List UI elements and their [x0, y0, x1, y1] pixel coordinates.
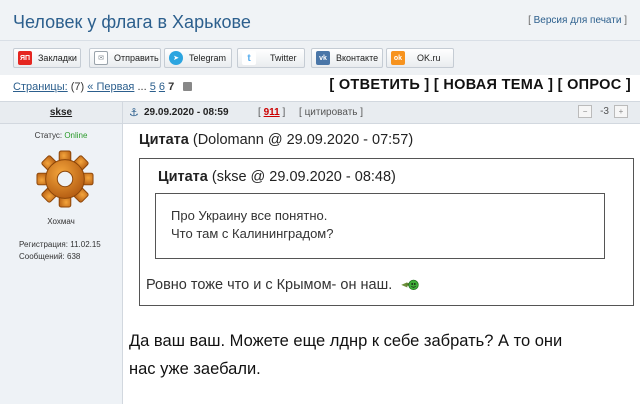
share-twitter-button[interactable]: t Twitter: [237, 48, 305, 68]
author-role: Хохмач: [47, 217, 75, 226]
post-rating: − -3 +: [578, 105, 628, 118]
new-poll-button[interactable]: ОПРОС: [567, 77, 621, 93]
share-button-label: Вконтакте: [336, 53, 379, 63]
author-status: Статус: Online: [0, 131, 122, 140]
pagination: Страницы: (7) « Первая ... 5 6 7: [13, 81, 193, 93]
share-button-label: Отправить: [114, 53, 159, 63]
share-bookmarks-button[interactable]: ЯП Закладки: [13, 48, 81, 68]
post-text: Да ваш ваш. Можете еще лднр к себе забра…: [129, 332, 563, 378]
quote-box: Цитата (skse @ 29.09.2020 - 08:48) Про У…: [139, 158, 634, 306]
topic-title: Человек у флага в Харькове: [13, 12, 251, 32]
nested-quote-line: Что там с Калининградом?: [171, 226, 334, 241]
new-topic-button[interactable]: НОВАЯ ТЕМА: [443, 77, 544, 93]
quote-meta: (Dolomann @ 29.09.2020 - 07:57): [192, 132, 414, 148]
share-button-label: Twitter: [270, 53, 297, 63]
author-registration: Регистрация: 11.02.15: [19, 240, 101, 249]
post-link-icon[interactable]: ⚓: [129, 106, 139, 119]
page-jump-icon[interactable]: [183, 82, 193, 91]
reply-button[interactable]: ОТВЕТИТЬ: [339, 77, 420, 93]
pagination-label[interactable]: Страницы:: [13, 81, 68, 93]
nested-quote-meta: (skse @ 29.09.2020 - 08:48): [211, 169, 396, 185]
share-vk-button[interactable]: vk Вконтакте: [311, 48, 383, 68]
twitter-icon: t: [242, 51, 256, 65]
share-button-label: OK.ru: [417, 53, 441, 63]
quote-post-button[interactable]: [ цитировать ]: [299, 107, 363, 118]
avatar[interactable]: [36, 150, 94, 208]
topic-header: Человек у флага в Харькове [ Версия для …: [0, 0, 640, 41]
envelope-icon: ✉: [94, 51, 108, 65]
topic-actions: [ ОТВЕТИТЬ ] [ НОВАЯ ТЕМА ] [ ОПРОС ]: [329, 77, 631, 93]
pagination-ellipsis: ...: [137, 81, 147, 93]
author-message-count: Сообщений: 638: [19, 252, 81, 261]
nested-quote-label: Цитата: [158, 169, 208, 185]
rocket-smiley-icon: [401, 279, 419, 291]
post-body: Цитата (Dolomann @ 29.09.2020 - 07:57) Ц…: [123, 124, 640, 404]
quote-text-content: Ровно тоже что и с Крымом- он наш.: [146, 277, 393, 293]
nested-quote-header: Цитата (skse @ 29.09.2020 - 08:48): [158, 169, 396, 185]
quote-label: Цитата: [139, 132, 189, 148]
vote-up-icon[interactable]: +: [614, 105, 628, 118]
post-score: -3: [600, 106, 609, 117]
post-number-link[interactable]: 911: [264, 107, 280, 118]
first-page-link[interactable]: « Первая: [87, 81, 134, 93]
quote-text: Ровно тоже что и с Крымом- он наш.: [146, 277, 420, 293]
page-count: (7): [70, 81, 85, 93]
status-label: Статус:: [34, 131, 63, 140]
vote-down-icon[interactable]: −: [578, 105, 593, 118]
page-link-6[interactable]: 6: [159, 81, 165, 93]
page-link-5[interactable]: 5: [150, 81, 156, 93]
print-version: [ Версия для печати ]: [528, 15, 627, 26]
share-ok-button[interactable]: ok OK.ru: [386, 48, 454, 68]
vk-icon: vk: [316, 51, 330, 65]
post-author[interactable]: skse: [0, 102, 123, 123]
author-panel: Статус: Online Хохмач Регистрация: 11.02…: [0, 124, 123, 404]
post-date: 29.09.2020 - 08:59: [144, 107, 229, 118]
share-telegram-button[interactable]: ➤ Telegram: [164, 48, 232, 68]
share-button-label: Закладки: [38, 53, 77, 63]
telegram-icon: ➤: [169, 51, 183, 65]
quote-block: Цитата (Dolomann @ 29.09.2020 - 07:57) Ц…: [139, 132, 634, 306]
yandex-bookmark-icon: ЯП: [18, 51, 32, 65]
share-email-button[interactable]: ✉ Отправить: [89, 48, 161, 68]
nested-quote-text: Про Украину все понятно. Что там с Калин…: [171, 207, 333, 243]
quote-post-label: цитировать: [304, 107, 358, 118]
pagination-bar: Страницы: (7) « Первая ... 5 6 7 [ ОТВЕТ…: [0, 76, 640, 100]
current-page: 7: [168, 81, 175, 93]
status-online: Online: [64, 131, 88, 140]
quote-header: Цитата (Dolomann @ 29.09.2020 - 07:57): [139, 132, 634, 148]
share-toolbar: ЯП Закладки ✉ Отправить ➤ Telegram t Twi…: [0, 41, 640, 75]
nested-quote-line: Про Украину все понятно.: [171, 208, 328, 223]
share-button-label: Telegram: [189, 53, 227, 63]
nested-quote-box: Про Украину все понятно. Что там с Калин…: [155, 193, 605, 259]
print-bracket-close: ]: [621, 15, 627, 26]
post-number: [ 911 ]: [258, 107, 286, 118]
odnoklassniki-icon: ok: [391, 51, 405, 65]
post-header: skse ⚓ 29.09.2020 - 08:59 [ 911 ] [ цити…: [0, 101, 640, 124]
print-version-link[interactable]: Версия для печати: [534, 15, 622, 26]
